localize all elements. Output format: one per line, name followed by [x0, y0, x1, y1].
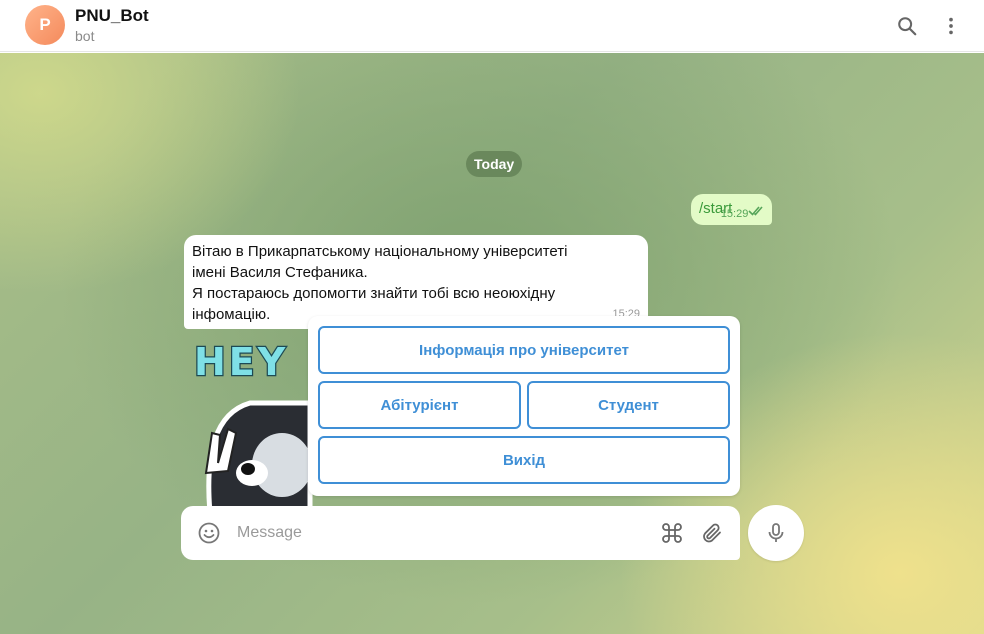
chat-header: P PNU_Bot bot	[0, 0, 984, 52]
more-vertical-icon[interactable]	[938, 13, 964, 39]
message-line: Вітаю в Прикарпатському національному ун…	[192, 243, 568, 260]
emoji-icon[interactable]	[196, 520, 222, 546]
chat-subtitle: bot	[75, 28, 95, 44]
message-input[interactable]: Message	[237, 524, 302, 542]
message-composer[interactable]: Message	[181, 506, 740, 560]
message-line: імені Василя Стефаника.	[192, 264, 368, 281]
keyboard-button-exit[interactable]: Вихід	[318, 436, 730, 484]
incoming-message[interactable]: Вітаю в Прикарпатському національному ун…	[184, 235, 648, 329]
message-line: Я постараюсь допомогти знайти тобі всю н…	[192, 285, 556, 302]
keyboard-button-university-info[interactable]: Інформація про університет	[318, 326, 730, 374]
microphone-icon[interactable]	[748, 505, 804, 561]
sticker[interactable]: HEY	[190, 333, 320, 533]
reply-keyboard: Інформація про університет Абітурієнт Ст…	[308, 316, 740, 496]
attach-icon[interactable]	[699, 520, 725, 546]
keyboard-button-applicant[interactable]: Абітурієнт	[318, 381, 521, 429]
search-icon[interactable]	[894, 13, 920, 39]
sticker-text: HEY	[194, 340, 288, 384]
keyboard-button-student[interactable]: Студент	[527, 381, 730, 429]
outgoing-message[interactable]: /start 15:29	[691, 194, 773, 225]
avatar[interactable]: P	[25, 5, 65, 45]
chat-title[interactable]: PNU_Bot	[75, 6, 149, 26]
message-time: 15:29	[720, 208, 749, 220]
date-separator: Today	[466, 151, 523, 177]
command-icon[interactable]	[659, 520, 685, 546]
read-checkmarks-icon	[748, 203, 766, 220]
